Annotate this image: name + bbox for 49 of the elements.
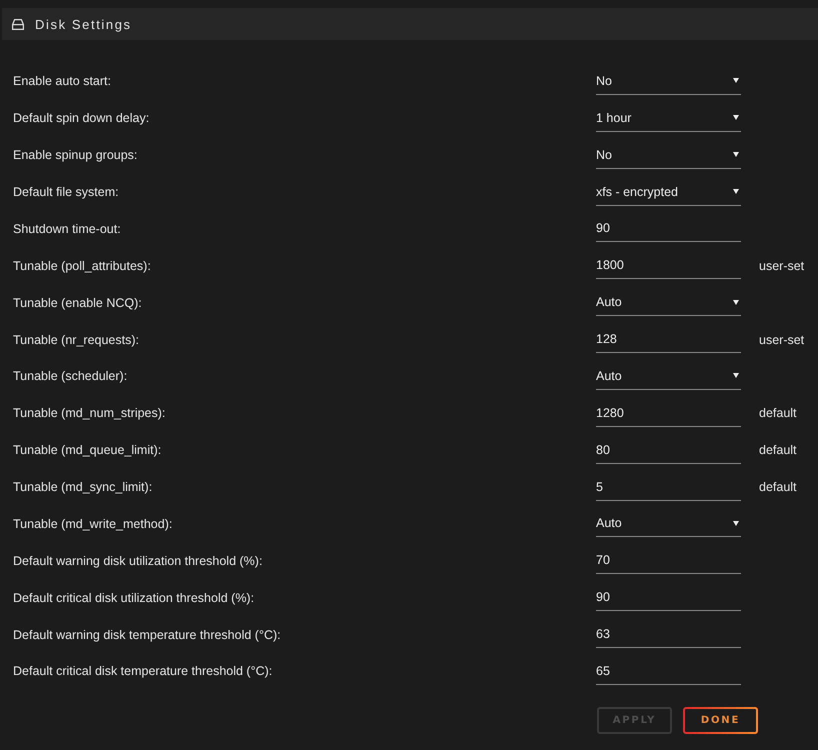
input-field[interactable]: 80: [596, 436, 741, 464]
input-field[interactable]: 65: [596, 658, 741, 685]
input-field[interactable]: 90: [596, 215, 741, 242]
input-field[interactable]: 70: [596, 547, 741, 574]
dropdown[interactable]: No: [596, 68, 741, 95]
caret-icon: [733, 520, 739, 526]
dropdown[interactable]: xfs - encrypted: [596, 178, 741, 206]
setting-label: Tunable (poll_attributes):: [13, 258, 152, 273]
input-field[interactable]: 1280: [596, 400, 741, 427]
caret-icon: [733, 189, 739, 194]
setting-label: Shutdown time-out:: [13, 222, 122, 236]
caret-icon: [733, 152, 739, 158]
setting-label: Tunable (md_queue_limit):: [13, 443, 162, 458]
dropdown[interactable]: Auto: [596, 289, 741, 316]
setting-note: default: [759, 480, 798, 494]
dropdown[interactable]: Auto: [596, 362, 741, 390]
setting-label: Default warning disk utilization threshold (%):: [13, 554, 264, 568]
setting-label: Default critical disk utilization threshold (%):: [13, 590, 256, 605]
setting-label: Enable auto start:: [13, 74, 112, 88]
caret-icon: [733, 78, 739, 84]
setting-label: Default file system:: [13, 185, 120, 200]
setting-label: Tunable (scheduler):: [13, 369, 128, 384]
setting-label: Tunable (md_write_method):: [13, 516, 174, 531]
input-field[interactable]: 63: [596, 621, 741, 648]
setting-note: default: [759, 406, 798, 420]
caret-icon: [733, 300, 739, 305]
dropdown[interactable]: Auto: [596, 510, 741, 538]
setting-label: Tunable (md_num_stripes):: [13, 406, 166, 420]
setting-note: user-set: [759, 258, 806, 273]
setting-label: Default spin down delay:: [13, 111, 150, 126]
setting-label: Tunable (enable NCQ):: [13, 296, 143, 310]
setting-label: Default warning disk temperature threshold (°C):: [13, 628, 282, 642]
caret-icon: [733, 115, 739, 120]
section-title: Disk Settings: [35, 16, 132, 32]
setting-label: Enable spinup groups:: [13, 148, 138, 162]
input-field[interactable]: 90: [596, 584, 741, 612]
input-field[interactable]: 128: [596, 326, 741, 354]
setting-label: Default critical disk temperature threshold (°C):: [13, 664, 274, 678]
setting-note: default: [759, 443, 798, 458]
done-button[interactable]: DONE: [683, 706, 758, 734]
input-field[interactable]: 5: [596, 474, 741, 501]
setting-note: user-set: [759, 332, 806, 347]
hard-drive-icon: [12, 18, 24, 30]
caret-icon: [733, 373, 739, 378]
input-field[interactable]: 1800: [596, 252, 741, 280]
setting-label: Tunable (nr_requests):: [13, 332, 140, 347]
dropdown[interactable]: 1 hour: [596, 104, 741, 132]
setting-label: Tunable (md_sync_limit):: [13, 480, 154, 494]
dropdown[interactable]: No: [596, 142, 741, 169]
